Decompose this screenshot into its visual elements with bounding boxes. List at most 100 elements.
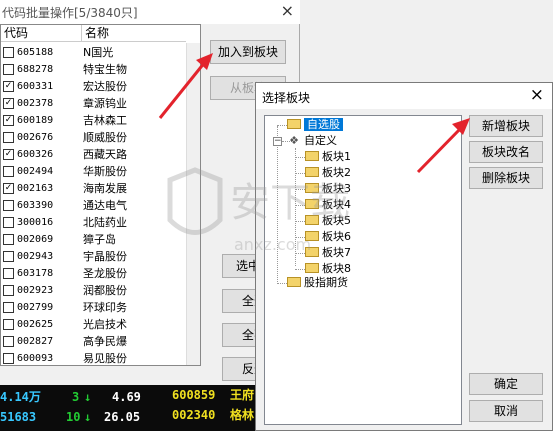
folder-icon [305,263,319,273]
down-arrow-icon: ↓ [84,390,92,404]
list-item[interactable]: 603178 圣龙股份 [1,265,186,282]
checkbox-checked[interactable]: ✓ [3,98,14,109]
list-scrollbar[interactable] [186,43,200,365]
checkbox-checked[interactable]: ✓ [3,115,14,126]
stock-code: 600093 [17,353,54,364]
tree-line [295,148,296,266]
folder-icon [287,119,301,129]
checkbox[interactable] [3,285,14,296]
stock-list: 代码 名称 605188 N国光 688278 特宝生物 ✓ 600331 宏达股份 ✓ 002… [0,24,201,366]
rename-block-button[interactable]: 板块改名 [469,141,543,163]
list-item[interactable]: 300016 北陆药业 [1,214,186,231]
ticker-price: 4.69 [112,390,141,404]
stock-name: 吉林森工 [83,114,127,127]
ticker-count: 10 [66,410,81,424]
list-item[interactable]: 002923 润都股份 [1,282,186,299]
list-item[interactable]: 600093 易见股份 [1,350,186,365]
checkbox[interactable] [3,319,14,330]
tree-node-block[interactable]: 板块5 [305,213,351,229]
checkbox[interactable] [3,302,14,313]
stock-code: 002799 [17,302,54,313]
stock-name: 易见股份 [83,352,127,365]
stock-name: 章源钨业 [83,97,127,110]
ok-button[interactable]: 确定 [469,373,543,395]
ticker-code: 600859 [172,388,216,402]
list-item[interactable]: 002625 光启技术 [1,316,186,333]
list-item[interactable]: ✓ 002378 章源钨业 [1,95,186,112]
tree-node-futures[interactable]: 股指期货 [287,275,348,291]
stock-name: 顺威股份 [83,131,127,144]
stock-name: 华斯股份 [83,165,127,178]
stock-name: 宇晶股份 [83,250,127,263]
ticker-volume: 51683 [0,410,37,424]
checkbox[interactable] [3,47,14,58]
checkbox[interactable] [3,64,14,75]
list-item[interactable]: 002827 高争民爆 [1,333,186,350]
checkbox[interactable] [3,166,14,177]
ticker-price: 26.05 [104,410,141,424]
cancel-button[interactable]: 取消 [469,400,543,422]
add-to-block-button[interactable]: 加入到板块 [210,40,286,64]
tree-node-favorites[interactable]: 自选股 [287,117,343,133]
checkbox[interactable] [3,336,14,347]
list-item[interactable]: 603390 通达电气 [1,197,186,214]
checkbox[interactable] [3,234,14,245]
tree-node-block[interactable]: 板块3 [305,181,351,197]
stock-name: 獐子岛 [83,233,116,246]
list-item[interactable]: 605188 N国光 [1,44,186,61]
list-item[interactable]: 002799 环球印务 [1,299,186,316]
stock-code: 002069 [17,234,54,245]
down-arrow-icon: ↓ [84,410,92,424]
stock-code: 605188 [17,47,54,58]
folder-icon [305,215,319,225]
folder-icon [305,151,319,161]
list-item[interactable]: ✓ 600331 宏达股份 [1,78,186,95]
list-item[interactable]: 002676 顺威股份 [1,129,186,146]
checkbox-checked[interactable]: ✓ [3,81,14,92]
checkbox[interactable] [3,217,14,228]
tree-node-custom[interactable]: ❖ 自定义 [287,133,337,149]
tree-node-block[interactable]: 板块6 [305,229,351,245]
checkbox[interactable] [3,200,14,211]
list-item[interactable]: 002069 獐子岛 [1,231,186,248]
column-header-code[interactable]: 代码 [1,25,81,42]
collapse-icon[interactable]: − [273,137,282,146]
tree-node-block[interactable]: 板块4 [305,197,351,213]
tree-node-block[interactable]: 板块7 [305,245,351,261]
list-item[interactable]: ✓ 600189 吉林森工 [1,112,186,129]
ticker-name: 王府 [230,388,255,402]
stock-code: 688278 [17,64,54,75]
stock-name: 光启技术 [83,318,127,331]
column-header-name[interactable]: 名称 [81,25,186,42]
stock-name: 高争民爆 [83,335,127,348]
ticker-name: 格林 [230,408,255,422]
list-item[interactable]: ✓ 600326 西藏天路 [1,146,186,163]
stock-code: 002827 [17,336,54,347]
ticker-code: 002340 [172,408,216,422]
new-block-button[interactable]: 新增板块 [469,115,543,137]
tree-node-block[interactable]: 板块2 [305,165,351,181]
checkbox[interactable] [3,268,14,279]
checkbox-checked[interactable]: ✓ [3,149,14,160]
list-item[interactable]: 002943 宇晶股份 [1,248,186,265]
checkbox[interactable] [3,132,14,143]
list-item[interactable]: 002494 华斯股份 [1,163,186,180]
stock-code: 002923 [17,285,54,296]
list-item[interactable]: 688278 特宝生物 [1,61,186,78]
stock-name: N国光 [83,46,114,59]
delete-block-button[interactable]: 删除板块 [469,167,543,189]
checkbox-checked[interactable]: ✓ [3,183,14,194]
tree-line [277,126,278,284]
block-tree: − 自选股 ❖ 自定义 板块1 板块2 板块3 板块4 板块5 板块6 板块7 板块8 股指期货 [264,115,462,425]
stock-name: 圣龙股份 [83,267,127,280]
close-icon[interactable]: × [281,1,294,20]
stock-code: 002943 [17,251,54,262]
close-icon[interactable]: × [530,85,544,105]
checkbox[interactable] [3,353,14,364]
title-bar: 代码批量操作[5/3840只] × [0,0,300,24]
tree-node-block[interactable]: 板块1 [305,149,351,165]
checkbox[interactable] [3,251,14,262]
list-item[interactable]: ✓ 002163 海南发展 [1,180,186,197]
stock-code: 002163 [17,183,54,194]
folder-icon [305,231,319,241]
